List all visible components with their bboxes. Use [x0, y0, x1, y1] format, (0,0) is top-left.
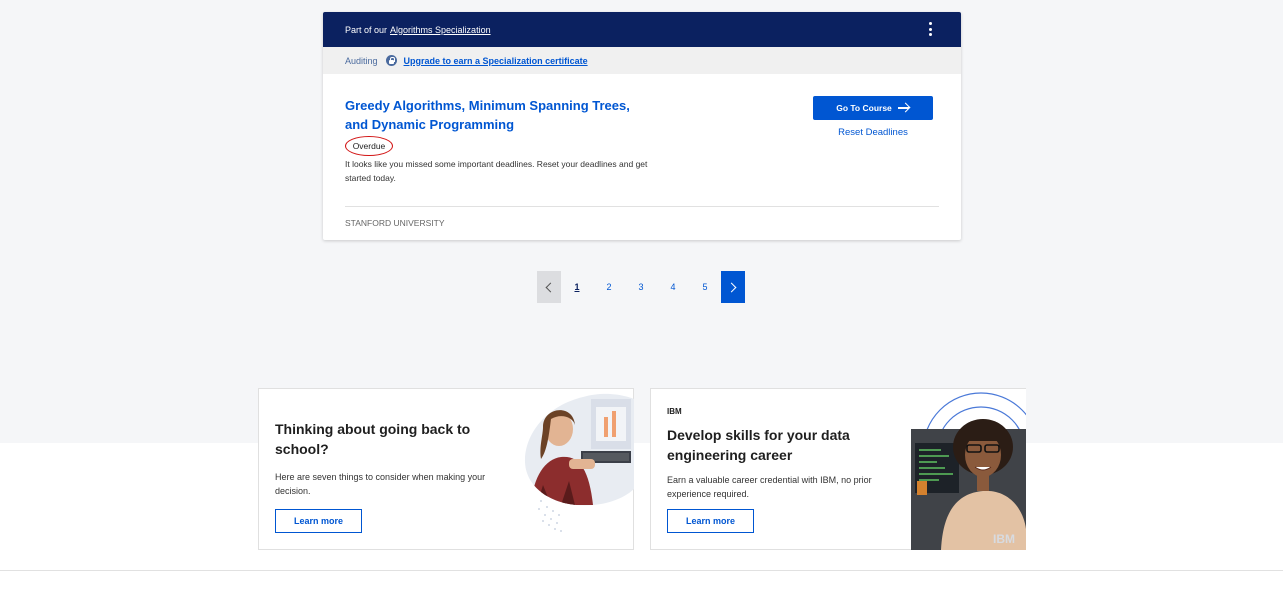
university-name: STANFORD UNIVERSITY — [345, 218, 445, 228]
chevron-left-icon — [545, 282, 556, 292]
pagination: 1 2 3 4 5 — [537, 271, 745, 303]
audit-label: Auditing — [345, 55, 378, 66]
audit-bar: Auditing Upgrade to earn a Specializatio… — [323, 47, 961, 74]
footer-divider — [0, 570, 1283, 571]
card-header: Part of our Algorithms Specialization — [323, 12, 961, 47]
ibm-photo: IBM — [911, 389, 1026, 550]
next-page-button[interactable] — [721, 271, 745, 303]
previous-page-button[interactable] — [537, 271, 561, 303]
brand-label: IBM — [667, 407, 682, 416]
course-title[interactable]: Greedy Algorithms, Minimum Spanning Tree… — [345, 96, 645, 134]
promo-title: Develop skills for your data engineering… — [667, 427, 850, 463]
more-vertical-icon[interactable] — [925, 21, 935, 37]
page-3[interactable]: 3 — [625, 282, 657, 292]
go-to-course-button[interactable]: Go To Course — [813, 96, 933, 120]
overdue-badge: Overdue — [345, 136, 393, 156]
student-photo — [524, 393, 634, 532]
upgrade-link[interactable]: Upgrade to earn a Specialization certifi… — [404, 56, 588, 66]
promo-description: Earn a valuable career credential with I… — [667, 475, 872, 499]
course-description: It looks like you missed some important … — [345, 159, 648, 183]
learn-more-button[interactable]: Learn more — [667, 509, 754, 533]
chevron-right-icon — [726, 282, 737, 292]
lock-icon — [385, 55, 397, 66]
promo-card-back-to-school: Thinking about going back to school? Her… — [258, 388, 634, 550]
learn-more-button[interactable]: Learn more — [275, 509, 362, 533]
arrow-right-icon — [897, 103, 910, 113]
page-4[interactable]: 4 — [657, 282, 689, 292]
promo-title: Thinking about going back to school? — [275, 421, 471, 457]
reset-deadlines-link[interactable]: Reset Deadlines — [813, 127, 933, 138]
page-2[interactable]: 2 — [593, 282, 625, 292]
card-divider — [345, 206, 939, 207]
ibm-watermark: IBM — [993, 532, 1015, 546]
promo-card-ibm: IBM Develop skills for your data enginee… — [650, 388, 1026, 550]
page-1[interactable]: 1 — [561, 282, 593, 292]
promo-description: Here are seven things to consider when m… — [275, 472, 486, 496]
specialization-prefix: Part of our — [345, 24, 388, 35]
page-5[interactable]: 5 — [689, 282, 721, 292]
specialization-link[interactable]: Algorithms Specialization — [390, 25, 491, 35]
go-to-course-label: Go To Course — [836, 103, 892, 113]
course-card: Part of our Algorithms Specialization Au… — [323, 12, 961, 240]
